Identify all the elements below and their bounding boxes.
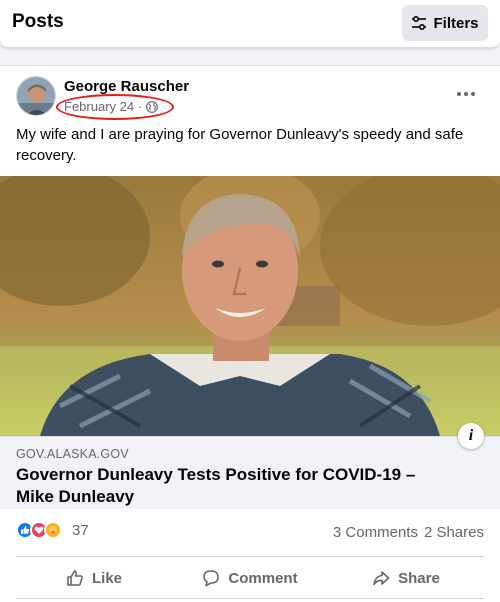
post-card: George Rauscher February 24 · My wife an… (0, 65, 500, 602)
filters-label: Filters (433, 14, 479, 32)
author-name[interactable]: George Rauscher (64, 78, 189, 95)
thumbs-up-icon (67, 570, 83, 586)
comment-button[interactable]: Comment (172, 560, 328, 596)
sliders-icon (412, 15, 427, 31)
post-actions: Like Comment Share (16, 560, 484, 596)
share-label: Share (398, 569, 440, 587)
page-title: Posts (12, 11, 64, 32)
comment-label: Comment (228, 569, 298, 587)
reactions-summary[interactable]: 37 (16, 521, 89, 539)
link-domain: GOV.ALASKA.GOV (16, 447, 129, 461)
engagement-counts: 3 Comments 2 Shares (333, 524, 484, 541)
comments-count[interactable]: 3 Comments (333, 524, 418, 541)
share-icon (373, 571, 390, 586)
link-preview[interactable]: i GOV.ALASKA.GOV Governor Dunleavy Tests… (0, 423, 500, 509)
link-image[interactable] (0, 176, 500, 436)
post-text: My wife and I are praying for Governor D… (16, 126, 464, 164)
filters-button[interactable]: Filters (402, 5, 488, 41)
reaction-count: 37 (72, 521, 89, 539)
like-button[interactable]: Like (16, 560, 172, 596)
avatar[interactable] (16, 76, 56, 116)
care-reaction-icon (44, 521, 62, 539)
link-title[interactable]: Governor Dunleavy Tests Positive for COV… (16, 464, 456, 508)
comment-icon (203, 570, 220, 587)
shares-count[interactable]: 2 Shares (424, 524, 484, 541)
divider (16, 556, 484, 557)
more-options-icon[interactable] (452, 84, 480, 104)
share-button[interactable]: Share (328, 560, 484, 596)
like-label: Like (91, 569, 122, 587)
red-circle-annotation (56, 94, 174, 120)
info-icon[interactable]: i (458, 423, 484, 449)
divider-bottom (16, 598, 484, 599)
posts-header: Posts Filters (0, 0, 500, 48)
